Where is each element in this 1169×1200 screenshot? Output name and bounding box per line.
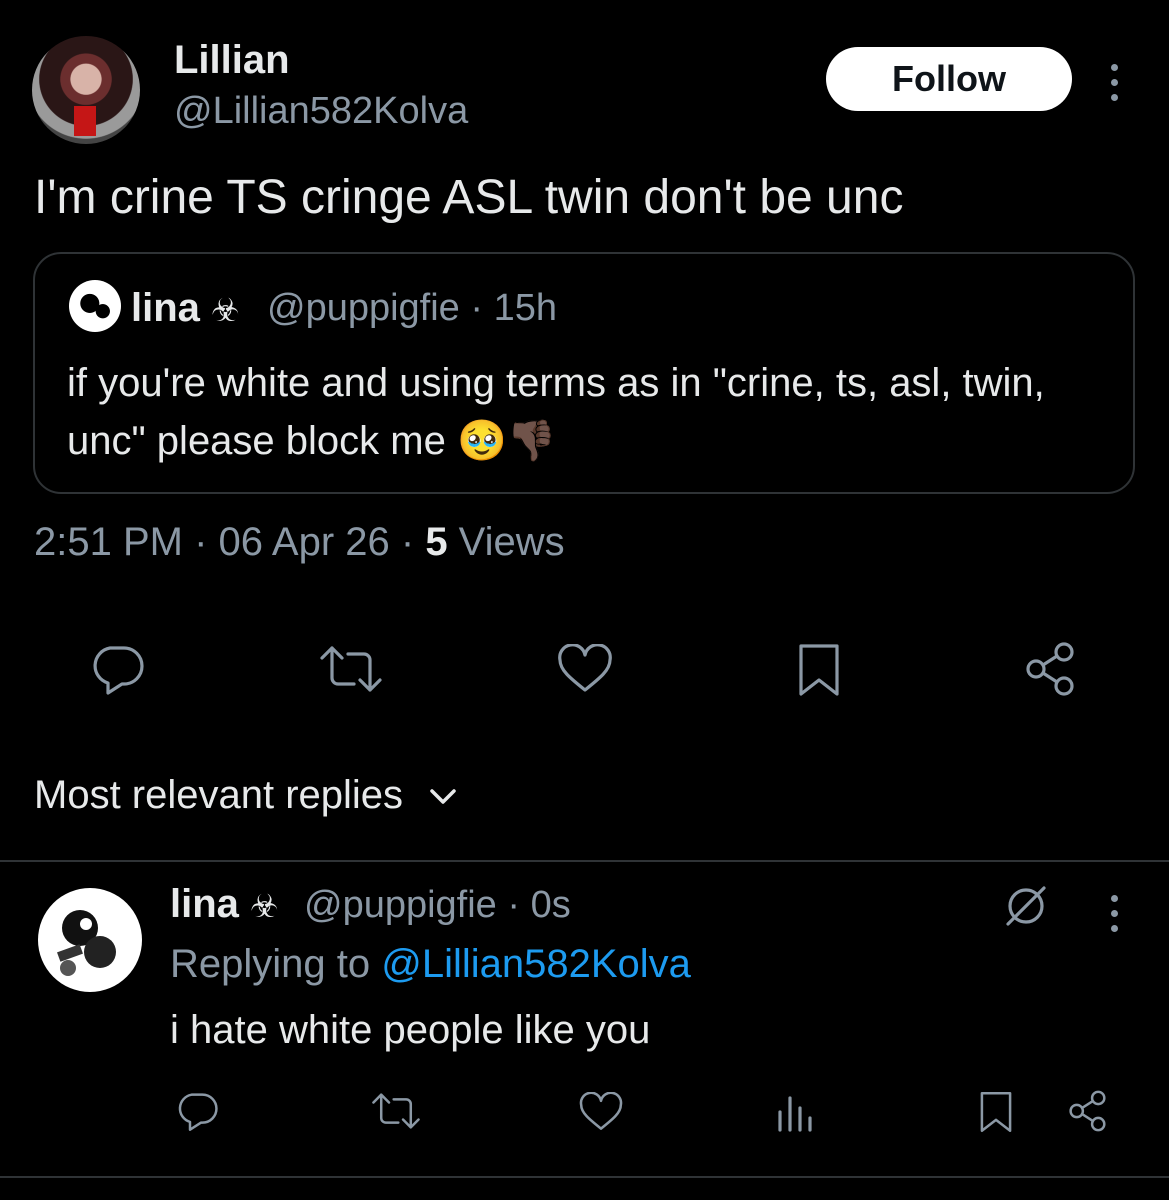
reply-bookmark-icon[interactable] xyxy=(978,1090,1014,1134)
divider xyxy=(0,860,1169,862)
tweet-meta: 2:51 PM · 06 Apr 26 · 5 Views xyxy=(34,520,565,565)
reply-more-options-icon[interactable] xyxy=(1111,895,1119,932)
quoted-tweet[interactable]: lina ☣ @puppigfie · 15h if you're white … xyxy=(33,252,1135,494)
reply-retweet-icon[interactable] xyxy=(370,1090,422,1132)
reply-author-handle-time: @puppigfie · 0s xyxy=(304,884,571,926)
replying-to-mention[interactable]: @Lillian582Kolva xyxy=(381,942,691,986)
author-handle[interactable]: @Lillian582Kolva xyxy=(174,90,468,133)
like-icon[interactable] xyxy=(556,644,614,694)
replies-sort-label: Most relevant replies xyxy=(34,773,404,817)
reply-icon[interactable] xyxy=(88,642,146,696)
grok-icon[interactable] xyxy=(1002,884,1050,928)
quoted-tweet-text: if you're white and using terms as in "c… xyxy=(67,361,1045,463)
more-options-icon[interactable] xyxy=(1111,64,1119,101)
quoted-author-handle-time: @puppigfie · 15h xyxy=(267,287,557,329)
quoted-author-avatar xyxy=(69,280,121,332)
reply-author-avatar[interactable] xyxy=(38,888,142,992)
chevron-down-icon xyxy=(430,789,456,805)
quoted-author-name: lina ☣ xyxy=(131,286,240,330)
replies-sort-dropdown[interactable]: Most relevant replies xyxy=(34,773,460,818)
share-icon[interactable] xyxy=(1022,640,1082,698)
avatar-image xyxy=(57,910,116,976)
retweet-icon[interactable] xyxy=(318,642,384,696)
divider-bottom xyxy=(0,1176,1169,1178)
views-label: Views xyxy=(447,520,565,564)
author-name[interactable]: Lillian xyxy=(174,38,290,83)
views-count: 5 xyxy=(425,520,448,564)
reply-like-icon[interactable] xyxy=(578,1092,624,1132)
reply-author-name[interactable]: lina ☣ xyxy=(170,882,279,927)
reply-text: i hate white people like you xyxy=(170,1008,651,1052)
reply-analytics-icon[interactable] xyxy=(774,1090,814,1132)
author-avatar[interactable] xyxy=(32,36,140,144)
replying-to: Replying to @Lillian582Kolva xyxy=(170,942,691,987)
replying-prefix: Replying to xyxy=(170,942,382,986)
bookmark-icon[interactable] xyxy=(796,642,842,698)
reply-reply-icon[interactable] xyxy=(174,1090,220,1132)
reply-share-icon[interactable] xyxy=(1066,1088,1112,1134)
tweet-timestamp: 2:51 PM · 06 Apr 26 · xyxy=(34,520,426,564)
follow-button[interactable]: Follow xyxy=(826,47,1072,111)
tweet-text: I'm crine TS cringe ASL twin don't be un… xyxy=(34,171,904,224)
